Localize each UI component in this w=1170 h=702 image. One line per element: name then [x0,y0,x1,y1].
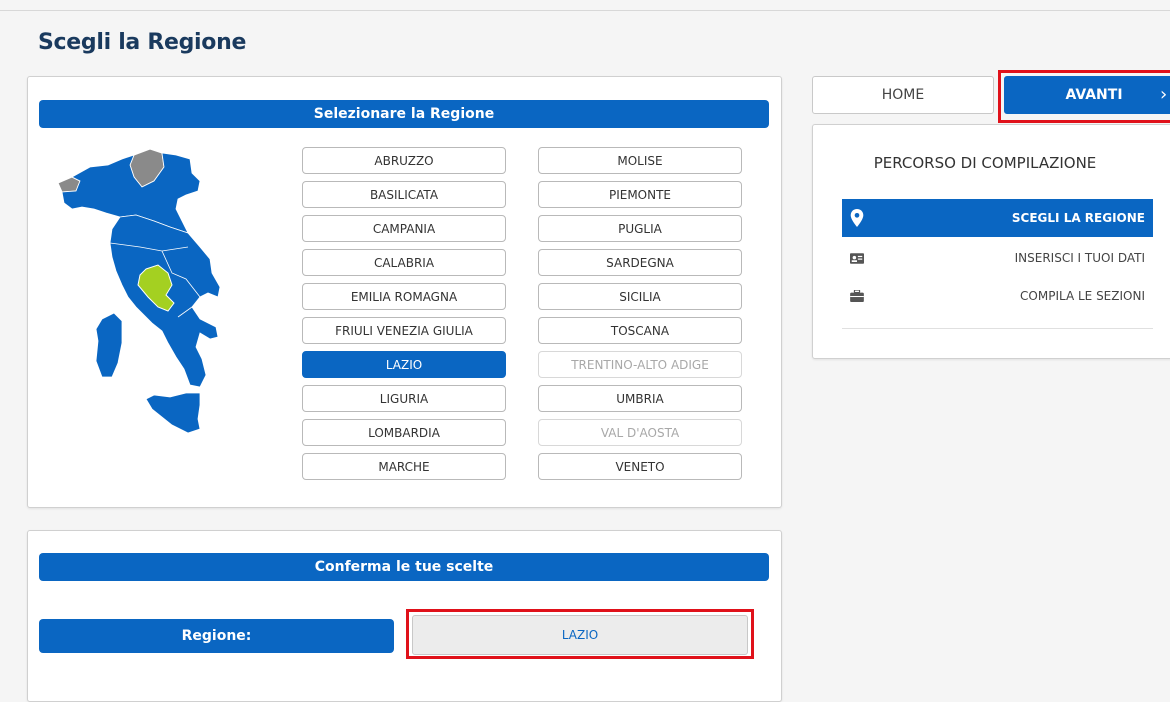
region-button[interactable]: TOSCANA [538,317,742,344]
region-button[interactable]: UMBRIA [538,385,742,412]
id-card-icon [850,253,864,264]
region-button[interactable]: CALABRIA [302,249,506,276]
region-button[interactable]: CAMPANIA [302,215,506,242]
step-scegli-regione[interactable]: SCEGLI LA REGIONE [842,199,1153,237]
region-select-card: Selezionare la Regione ABRUZZO BASILICATA… [27,76,782,508]
region-button[interactable]: MOLISE [538,147,742,174]
confirm-header: Conferma le tue scelte [39,553,769,581]
path-divider [842,328,1153,329]
region-select-header: Selezionare la Regione [39,100,769,128]
region-button[interactable]: EMILIA ROMAGNA [302,283,506,310]
step-inserisci-dati[interactable]: INSERISCI I TUOI DATI [842,239,1153,277]
region-button[interactable]: BASILICATA [302,181,506,208]
region-button[interactable]: ABRUZZO [302,147,506,174]
top-divider [0,10,1170,11]
path-title: PERCORSO DI COMPILAZIONE [873,154,1097,172]
region-button[interactable]: PUGLIA [538,215,742,242]
region-button: VAL D'AOSTA [538,419,742,446]
region-button[interactable]: LOMBARDIA [302,419,506,446]
region-button[interactable]: SICILIA [538,283,742,310]
region-label: Regione: [39,619,394,653]
confirm-card: Conferma le tue scelte Regione: LAZIO [27,530,782,702]
region-button: TRENTINO-ALTO ADIGE [538,351,742,378]
step-compila-sezioni[interactable]: COMPILA LE SEZIONI [842,277,1153,315]
region-button[interactable]: FRIULI VENEZIA GIULIA [302,317,506,344]
region-button[interactable]: VENETO [538,453,742,480]
home-button[interactable]: HOME [812,76,994,114]
next-button-highlight [998,70,1170,123]
region-value-field: LAZIO [412,615,748,655]
region-button[interactable]: SARDEGNA [538,249,742,276]
map-pin-icon [850,209,864,227]
region-button[interactable]: MARCHE [302,453,506,480]
region-button[interactable]: LAZIO [302,351,506,378]
map-region-sicilia [145,392,201,434]
page-title: Scegli la Regione [38,30,247,55]
region-button[interactable]: PIEMONTE [538,181,742,208]
map-region-sardegna [95,312,123,378]
briefcase-icon [850,290,864,302]
step-label: COMPILA LE SEZIONI [1020,289,1145,303]
italy-map [57,148,220,434]
step-label: INSERISCI I TUOI DATI [1014,251,1145,265]
progress-path-card: PERCORSO DI COMPILAZIONE SCEGLI LA REGIO… [812,124,1170,359]
step-label: SCEGLI LA REGIONE [1011,211,1145,225]
region-button[interactable]: LIGURIA [302,385,506,412]
